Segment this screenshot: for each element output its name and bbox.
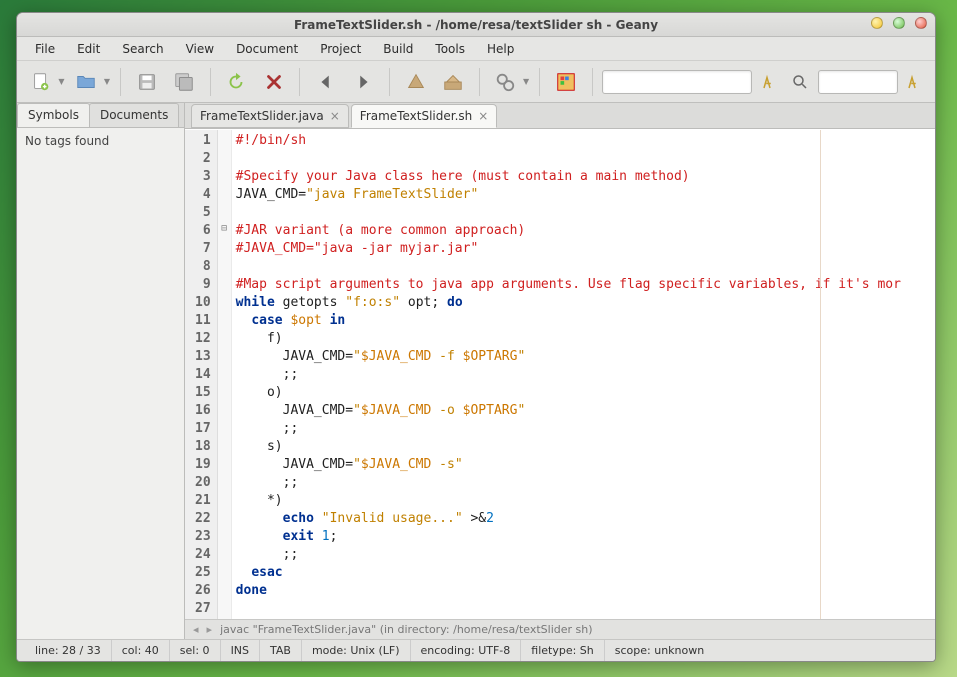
search-input[interactable] — [602, 70, 752, 94]
margin-guide — [820, 130, 821, 619]
open-file-button[interactable] — [71, 67, 102, 97]
menu-build[interactable]: Build — [373, 39, 423, 59]
sidebar-tab-documents[interactable]: Documents — [89, 103, 179, 127]
menu-tools[interactable]: Tools — [425, 39, 475, 59]
goto-input[interactable] — [818, 70, 898, 94]
find-button[interactable] — [788, 67, 812, 97]
sidebar-tab-symbols[interactable]: Symbols — [17, 103, 90, 127]
file-tabs: FrameTextSlider.java × FrameTextSlider.sh × — [185, 103, 935, 129]
chevron-left-icon[interactable]: ◂ — [193, 623, 199, 636]
menu-file[interactable]: File — [25, 39, 65, 59]
status-mode: mode: Unix (LF) — [302, 640, 411, 661]
close-icon[interactable]: × — [478, 109, 488, 123]
close-file-button[interactable] — [258, 67, 289, 97]
dropdown-icon[interactable]: ▼ — [523, 77, 529, 86]
editor-area: FrameTextSlider.java × FrameTextSlider.sh ×… — [185, 103, 935, 639]
new-file-button[interactable] — [25, 67, 56, 97]
save-all-button[interactable] — [168, 67, 199, 97]
menu-document[interactable]: Document — [226, 39, 308, 59]
code-editor[interactable]: 1234567891011121314151617181920212223242… — [185, 129, 935, 619]
status-tab[interactable]: TAB — [260, 640, 302, 661]
color-chooser-button[interactable] — [550, 67, 581, 97]
nav-forward-button[interactable] — [348, 67, 379, 97]
sidebar-body: No tags found — [17, 127, 184, 639]
toolbar: ▼ ▼ — [17, 61, 935, 103]
build-button[interactable] — [437, 67, 468, 97]
menu-project[interactable]: Project — [310, 39, 371, 59]
goto-clear-button[interactable] — [904, 67, 928, 97]
menu-view[interactable]: View — [176, 39, 224, 59]
minimize-button[interactable] — [871, 17, 883, 29]
reload-button[interactable] — [221, 67, 252, 97]
status-col: col: 40 — [112, 640, 170, 661]
maximize-button[interactable] — [893, 17, 905, 29]
app-window: FrameTextSlider.sh - /home/resa/textSlid… — [16, 12, 936, 662]
statusbar: line: 28 / 33 col: 40 sel: 0 INS TAB mod… — [17, 639, 935, 661]
status-encoding: encoding: UTF-8 — [411, 640, 522, 661]
compiler-message: javac "FrameTextSlider.java" (in directo… — [220, 623, 592, 636]
nav-back-button[interactable] — [310, 67, 341, 97]
sidebar: SymbolsDocuments No tags found — [17, 103, 185, 639]
close-icon[interactable]: × — [330, 109, 340, 123]
file-tab-label: FrameTextSlider.java — [200, 109, 324, 123]
compile-button[interactable] — [400, 67, 431, 97]
search-clear-button[interactable] — [758, 67, 782, 97]
status-sel: sel: 0 — [170, 640, 221, 661]
window-controls — [871, 17, 927, 29]
close-button[interactable] — [915, 17, 927, 29]
menu-search[interactable]: Search — [112, 39, 173, 59]
dropdown-icon[interactable]: ▼ — [104, 77, 110, 86]
line-gutter: 1234567891011121314151617181920212223242… — [185, 130, 218, 619]
chevron-right-icon[interactable]: ▸ — [207, 623, 213, 636]
file-tab[interactable]: FrameTextSlider.java × — [191, 104, 349, 128]
status-line: line: 28 / 33 — [25, 640, 112, 661]
status-scope: scope: unknown — [605, 640, 714, 661]
save-button[interactable] — [131, 67, 162, 97]
fold-column[interactable]: ⊟ ⊟ — [218, 130, 232, 619]
file-tab-label: FrameTextSlider.sh — [360, 109, 472, 123]
main-area: SymbolsDocuments No tags found FrameText… — [17, 103, 935, 639]
dropdown-icon[interactable]: ▼ — [58, 77, 64, 86]
window-title: FrameTextSlider.sh - /home/resa/textSlid… — [294, 18, 658, 32]
menu-help[interactable]: Help — [477, 39, 524, 59]
message-window[interactable]: ◂ ▸ javac "FrameTextSlider.java" (in dir… — [185, 619, 935, 639]
execute-button[interactable] — [490, 67, 521, 97]
menubar: FileEditSearchViewDocumentProjectBuildTo… — [17, 37, 935, 61]
status-filetype: filetype: Sh — [521, 640, 604, 661]
titlebar[interactable]: FrameTextSlider.sh - /home/resa/textSlid… — [17, 13, 935, 37]
sidebar-tabs: SymbolsDocuments — [17, 103, 184, 127]
status-ins[interactable]: INS — [221, 640, 260, 661]
code-content[interactable]: #!/bin/sh #Specify your Java class here … — [232, 130, 935, 619]
file-tab[interactable]: FrameTextSlider.sh × — [351, 104, 498, 128]
menu-edit[interactable]: Edit — [67, 39, 110, 59]
